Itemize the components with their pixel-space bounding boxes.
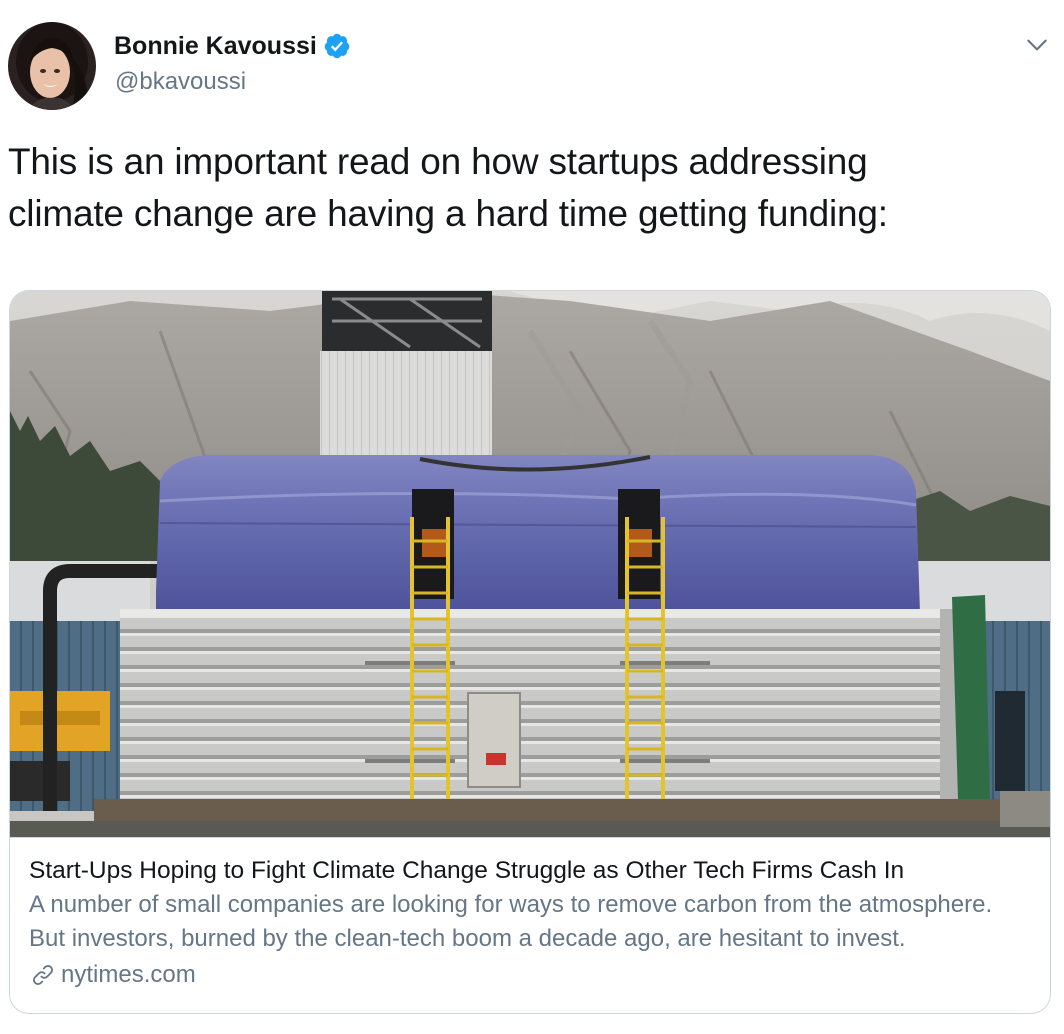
chevron-down-icon[interactable] (1024, 32, 1050, 58)
card-domain-row[interactable]: nytimes.com (29, 958, 196, 992)
tweet-text: This is an important read on how startup… (8, 141, 888, 234)
link-preview-card[interactable]: Start-Ups Hoping to Fight Climate Change… (9, 290, 1051, 1014)
author-name-row[interactable]: Bonnie Kavoussi (114, 30, 351, 62)
card-image[interactable] (10, 291, 1050, 837)
author-handle[interactable]: @bkavoussi (115, 67, 246, 97)
card-domain: nytimes.com (61, 961, 196, 988)
verified-badge-icon (324, 33, 350, 59)
card-title[interactable]: Start-Ups Hoping to Fight Climate Change… (29, 854, 1039, 888)
card-body[interactable]: Start-Ups Hoping to Fight Climate Change… (10, 837, 1050, 1013)
link-icon (33, 965, 53, 985)
card-description: A number of small companies are looking … (29, 891, 993, 952)
author-display-name[interactable]: Bonnie Kavoussi (114, 30, 317, 62)
author-avatar[interactable] (8, 22, 96, 110)
